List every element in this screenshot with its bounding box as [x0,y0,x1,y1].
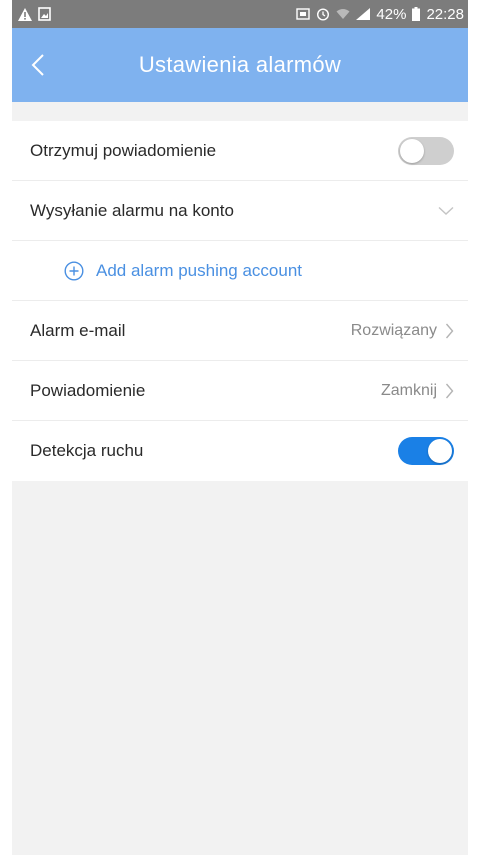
battery-icon [412,7,421,21]
status-bar: 42% 22:28 [12,0,468,28]
row-send-alarm-to-account[interactable]: Wysyłanie alarmu na konto [12,181,468,241]
expand-control[interactable] [438,206,454,216]
status-right: 42% 22:28 [296,6,464,23]
row-alarm-email[interactable]: Alarm e-mail Rozwiązany [12,301,468,361]
send-alarm-to-account-label: Wysyłanie alarmu na konto [30,200,234,220]
wifi-icon [336,8,350,20]
toggle-knob [428,439,452,463]
chevron-right-icon [445,323,454,338]
top-spacer [12,102,468,121]
add-alarm-account-label: Add alarm pushing account [96,260,303,280]
alarm-clock-icon [316,7,330,21]
add-circle-icon [64,260,84,281]
app-header: Ustawienia alarmów [12,28,468,102]
settings-list: Otrzymuj powiadomienie Wysyłanie alarmu … [12,121,468,481]
phone-screen: 42% 22:28 Ustawienia alarmów Otrzymuj po… [12,0,468,855]
empty-area [12,481,468,841]
sim-icon [296,8,311,20]
row-motion-detection: Detekcja ruchu [12,421,468,481]
alarm-email-value: Rozwiązany [350,321,437,339]
alarm-email-value-group: Rozwiązany [351,322,454,340]
add-alarm-account-button[interactable]: Add alarm pushing account [12,241,468,301]
image-icon [38,7,51,21]
notification-value: Zamknij [380,381,437,399]
notification-value-group: Zamknij [381,382,454,400]
receive-notification-label: Otrzymuj powiadomienie [30,140,217,160]
notification-label: Powiadomienie [30,380,146,400]
warning-icon [18,7,32,21]
chevron-right-icon [445,383,454,398]
signal-icon [356,8,371,20]
page-title: Ustawienia alarmów [138,52,342,77]
row-notification[interactable]: Powiadomienie Zamknij [12,361,468,421]
status-left [18,7,51,21]
motion-detection-toggle[interactable] [398,437,454,465]
battery-percent: 42% [376,5,407,23]
motion-detection-label: Detekcja ruchu [30,441,144,460]
toggle-knob [400,138,424,163]
clock-time: 22:28 [426,5,464,23]
back-button[interactable] [22,49,54,81]
receive-notification-toggle[interactable] [398,136,454,165]
row-receive-notification: Otrzymuj powiadomienie [12,121,468,181]
back-arrow-icon [31,54,44,76]
chevron-down-icon [438,206,454,215]
alarm-email-label: Alarm e-mail [30,320,126,340]
